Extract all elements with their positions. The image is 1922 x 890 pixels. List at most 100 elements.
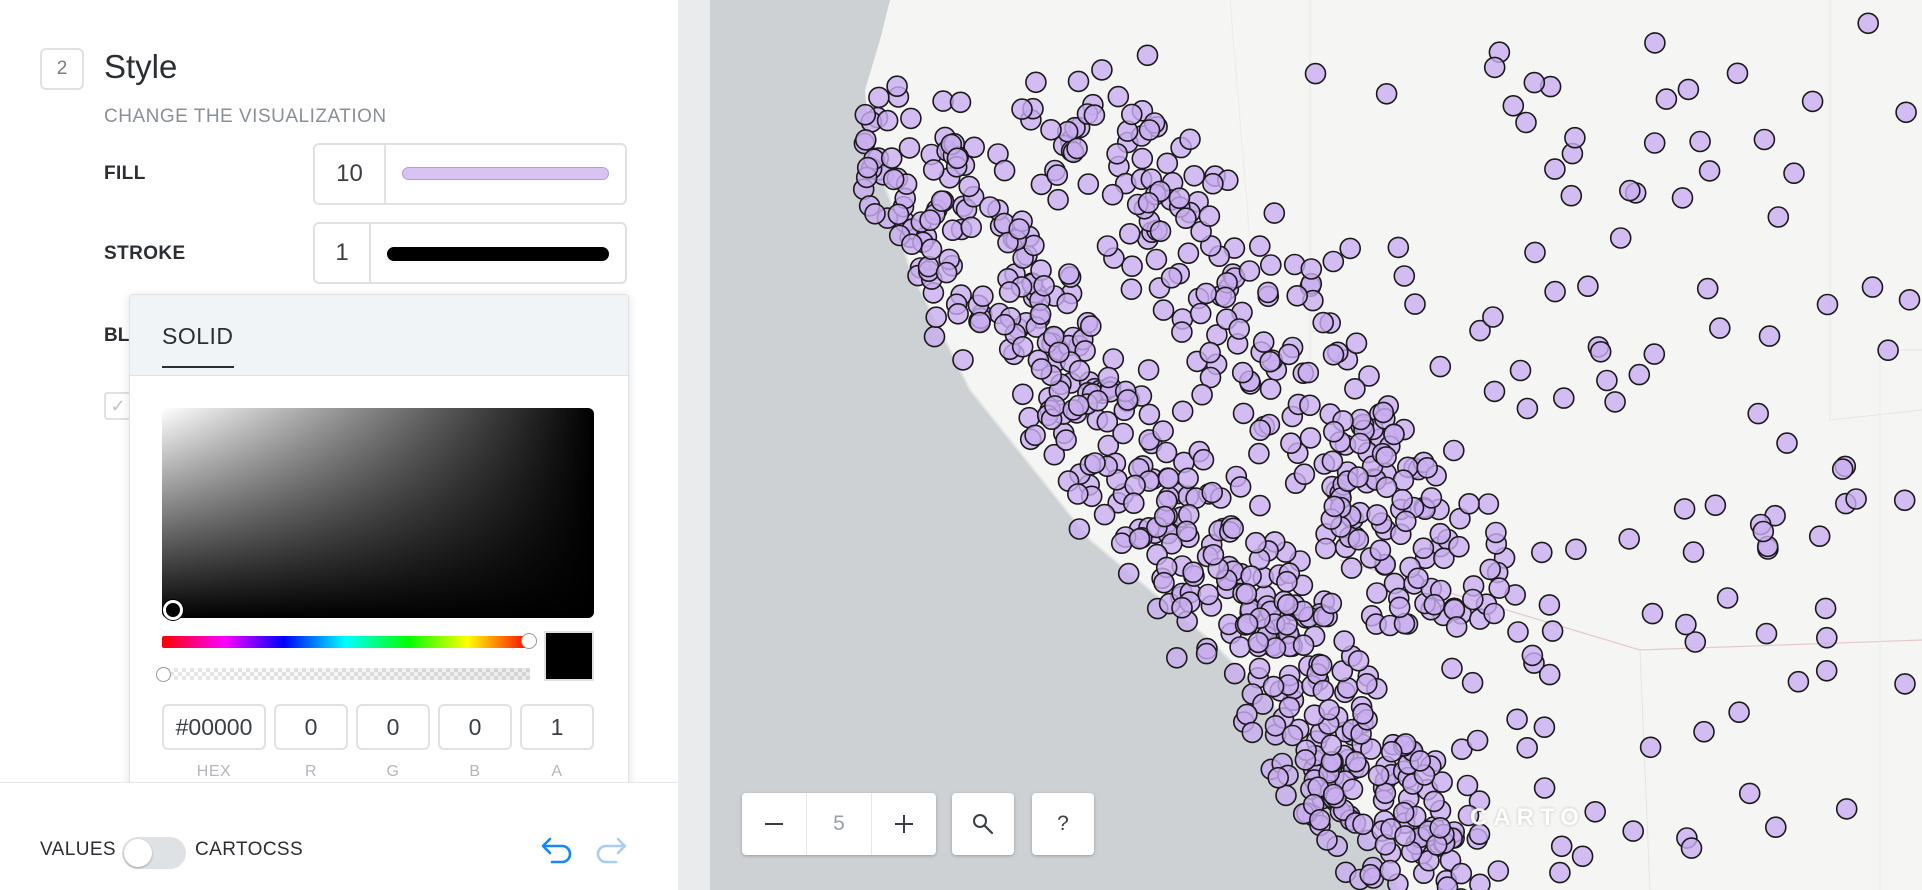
help-button[interactable]: ? xyxy=(1032,793,1094,855)
map-point xyxy=(1310,654,1333,677)
alpha-input[interactable]: 1 xyxy=(520,704,594,750)
map-point xyxy=(1202,543,1225,566)
editor-footer: VALUES CARTOCSS xyxy=(0,782,678,890)
hue-handle[interactable] xyxy=(521,633,537,649)
map-point xyxy=(1609,227,1632,249)
map-point xyxy=(1544,158,1566,180)
map-point xyxy=(1137,359,1160,381)
map-point xyxy=(1116,389,1139,411)
map-point xyxy=(1320,592,1343,615)
map-point xyxy=(1560,184,1583,207)
map-point xyxy=(1516,397,1539,420)
map-point xyxy=(1056,292,1079,315)
option-checkbox[interactable]: ✓ xyxy=(104,392,132,420)
map-point xyxy=(1153,571,1175,594)
picker-header: SOLID xyxy=(130,295,628,376)
map-point xyxy=(969,311,991,334)
map-point xyxy=(1409,750,1432,772)
red-input[interactable]: 0 xyxy=(274,704,348,750)
map-point xyxy=(993,313,1016,336)
zoom-in-button[interactable] xyxy=(872,793,936,855)
map-point xyxy=(856,156,879,179)
fill-control[interactable]: 10 xyxy=(313,143,627,205)
map-point xyxy=(1120,278,1143,301)
map-point xyxy=(1152,420,1174,442)
map-point xyxy=(1524,241,1546,264)
map-point xyxy=(1487,860,1510,882)
map-point xyxy=(1550,835,1573,858)
map-point xyxy=(1483,56,1506,79)
map-point xyxy=(1168,187,1191,209)
map-point xyxy=(1680,837,1703,859)
map-point xyxy=(1347,528,1370,551)
map-point xyxy=(1655,88,1678,110)
map-point xyxy=(1808,525,1831,548)
map-point xyxy=(1175,520,1198,543)
map-point xyxy=(949,91,972,114)
map-point xyxy=(1622,820,1645,842)
map-point xyxy=(1507,621,1529,643)
map-point xyxy=(1441,657,1463,680)
map-point xyxy=(1248,235,1271,257)
map-point xyxy=(1416,456,1439,479)
blue-input[interactable]: 0 xyxy=(438,704,512,750)
redo-icon[interactable] xyxy=(594,835,628,865)
map-point xyxy=(1318,698,1340,721)
map-point xyxy=(1339,237,1362,260)
map-point xyxy=(1552,387,1575,409)
zoom-control: 5 xyxy=(742,793,936,855)
map-point xyxy=(922,159,945,181)
map-point xyxy=(1894,673,1916,695)
map-point xyxy=(1259,378,1282,400)
alpha-slider[interactable] xyxy=(156,667,530,682)
map-point xyxy=(1278,696,1301,719)
map-point xyxy=(1448,535,1470,558)
map-point xyxy=(1895,101,1917,124)
stroke-width-input[interactable]: 1 xyxy=(315,224,371,282)
saturation-value-area[interactable] xyxy=(162,408,594,620)
map-point xyxy=(1259,350,1281,373)
map-point xyxy=(1247,631,1270,654)
map-point xyxy=(1299,394,1321,417)
hex-input[interactable]: #00000 xyxy=(162,704,266,750)
map-point xyxy=(1375,83,1398,105)
map-point xyxy=(1693,720,1715,743)
map-point xyxy=(1066,137,1088,160)
stroke-color-swatch[interactable] xyxy=(387,247,609,261)
saturation-handle[interactable] xyxy=(163,600,183,620)
search-button[interactable] xyxy=(952,793,1014,855)
map-point xyxy=(1584,800,1607,823)
tab-solid[interactable]: SOLID xyxy=(162,323,234,368)
map-point xyxy=(1523,71,1546,94)
map-point xyxy=(1276,614,1298,636)
map-point xyxy=(1131,147,1154,170)
undo-icon[interactable] xyxy=(540,835,574,865)
stroke-control[interactable]: 1 xyxy=(313,222,627,284)
zoom-out-button[interactable] xyxy=(742,793,806,855)
map-point xyxy=(1565,538,1587,561)
map-point xyxy=(1025,71,1047,94)
fill-color-swatch[interactable] xyxy=(402,167,609,180)
map-point xyxy=(886,75,908,97)
map-point xyxy=(1008,218,1031,240)
alpha-handle[interactable] xyxy=(156,667,171,682)
cartocss-toggle[interactable] xyxy=(122,837,186,869)
map-point xyxy=(935,261,958,284)
green-input[interactable]: 0 xyxy=(356,704,430,750)
map-point xyxy=(1293,463,1316,486)
map-point xyxy=(1604,391,1626,413)
map-point xyxy=(1110,532,1133,555)
map-point xyxy=(1267,766,1290,789)
map-point xyxy=(1165,646,1188,669)
map-point xyxy=(900,107,922,130)
map-point xyxy=(1387,236,1410,259)
map-point xyxy=(1120,103,1143,126)
map-point xyxy=(1278,343,1300,366)
hue-slider[interactable] xyxy=(162,633,537,649)
fill-size-input[interactable]: 10 xyxy=(315,145,386,203)
map-point xyxy=(1644,32,1666,54)
map-point xyxy=(1682,541,1705,563)
map-point xyxy=(1122,492,1145,515)
map-canvas[interactable]: 5 ? CARTO xyxy=(710,0,1922,890)
map-point xyxy=(1322,343,1345,366)
